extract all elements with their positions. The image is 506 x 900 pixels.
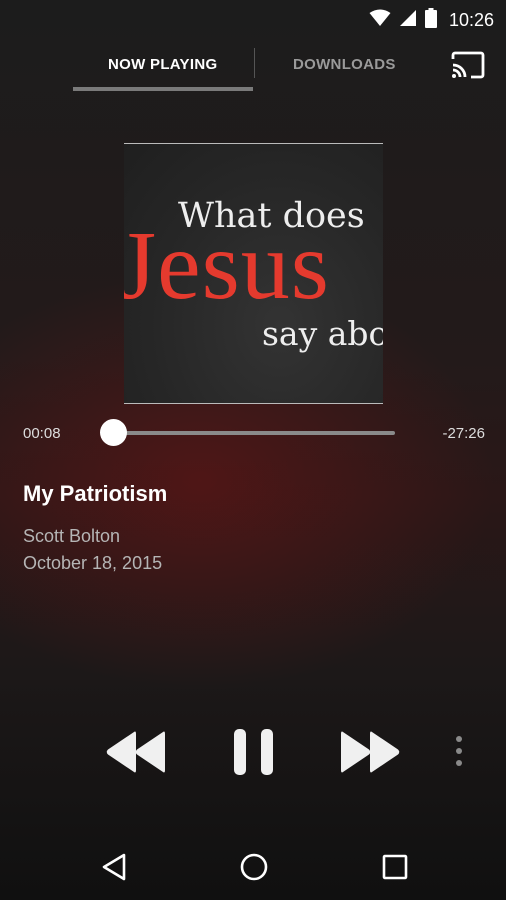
sermon-title: My Patriotism xyxy=(23,481,168,506)
wifi-icon xyxy=(369,9,391,32)
tab-now-playing[interactable]: NOW PLAYING xyxy=(108,56,217,73)
battery-icon xyxy=(424,8,437,33)
seek-bar[interactable] xyxy=(112,431,395,435)
signal-icon xyxy=(399,9,417,32)
rewind-icon[interactable] xyxy=(104,725,166,784)
seek-thumb[interactable] xyxy=(99,419,127,446)
recents-icon[interactable] xyxy=(381,852,409,887)
home-icon[interactable] xyxy=(239,852,269,887)
tab-bar: NOW PLAYING DOWNLOADS xyxy=(0,48,506,94)
speaker-name: Scott Bolton xyxy=(23,526,121,546)
back-icon[interactable] xyxy=(100,852,128,887)
playback-progress: 00:08 -27:26 xyxy=(0,419,506,446)
tab-divider xyxy=(254,48,255,78)
remaining-time: -27:26 xyxy=(442,425,485,442)
elapsed-time: 00:08 xyxy=(23,425,61,442)
system-nav-bar xyxy=(0,832,506,900)
status-time: 10:26 xyxy=(448,10,494,30)
tab-downloads[interactable]: DOWNLOADS xyxy=(293,56,396,73)
pause-icon[interactable] xyxy=(233,725,275,784)
artwork-text-line2: Jesus xyxy=(124,212,330,320)
sermon-artwork: What does Jesus say abo xyxy=(124,143,383,404)
artwork-text-line3: say abo xyxy=(262,314,383,353)
playback-controls xyxy=(0,725,506,779)
status-bar: 10:26 xyxy=(0,0,506,36)
fast-forward-icon[interactable] xyxy=(340,725,402,784)
cast-icon[interactable] xyxy=(451,51,485,84)
sermon-date: October 18, 2015 xyxy=(23,553,163,573)
tab-indicator xyxy=(73,87,253,91)
more-vert-icon[interactable] xyxy=(452,725,466,784)
